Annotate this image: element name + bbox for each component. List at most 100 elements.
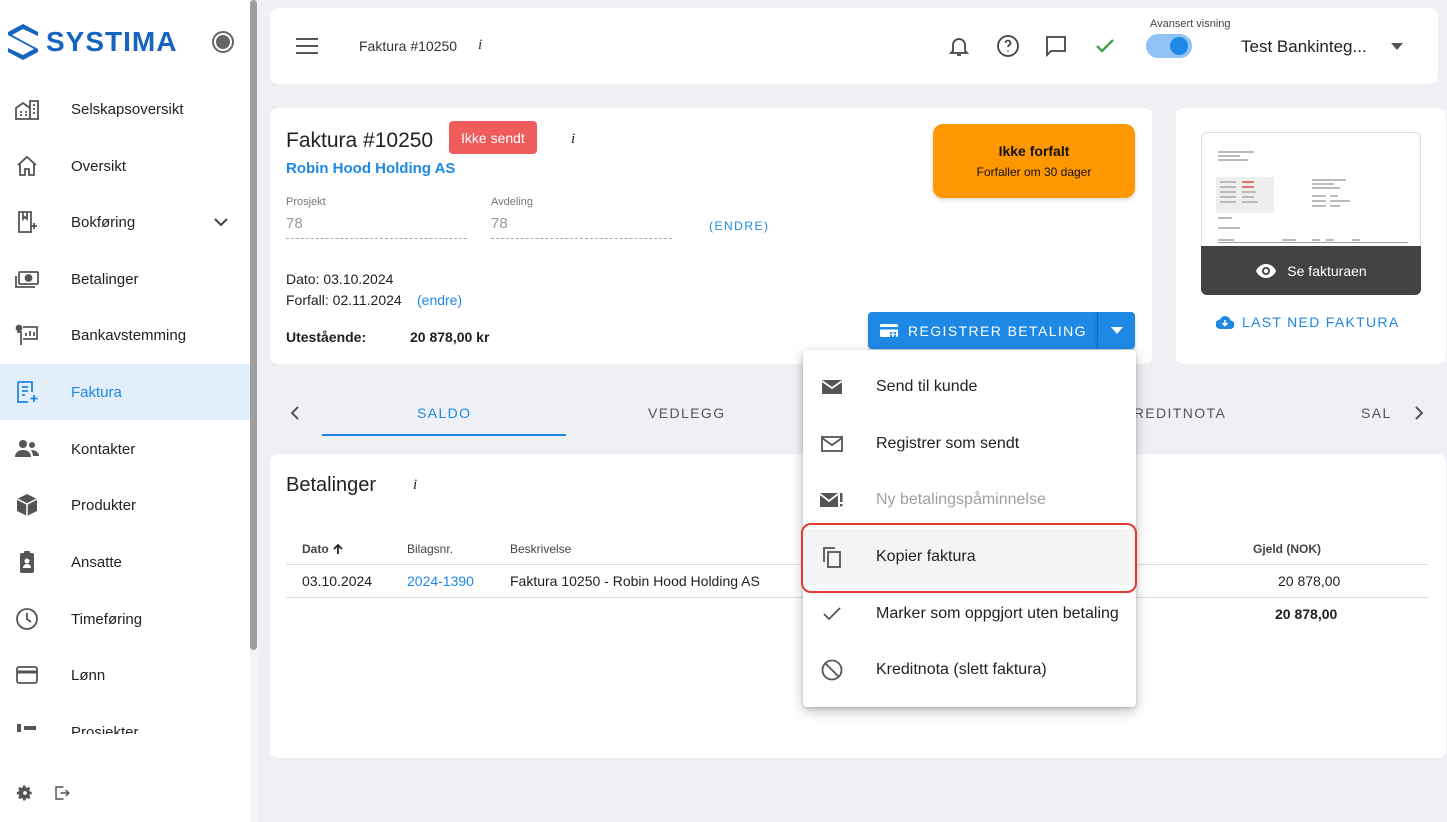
- view-invoice-label: Se fakturaen: [1287, 262, 1367, 279]
- menu-item-send-to-customer[interactable]: Send til kunde: [803, 359, 1136, 415]
- cell-description: Faktura 10250 - Robin Hood Holding AS: [510, 573, 760, 589]
- column-header-date-label: Dato: [302, 542, 329, 556]
- cloud-download-icon: [1216, 316, 1234, 329]
- sidebar-item-oversikt[interactable]: Oversikt: [0, 138, 250, 194]
- menu-item-payment-reminder[interactable]: Ny betalingspåminnelse: [803, 472, 1136, 528]
- sidebar-item-label: Produkter: [71, 496, 137, 514]
- project-label: Prosjekt: [286, 196, 326, 208]
- invoice-title: Faktura #10250: [286, 129, 434, 152]
- sidebar-scrollbar-thumb[interactable]: [250, 0, 257, 650]
- menu-item-label: Send til kunde: [876, 378, 978, 395]
- sidebar-item-faktura[interactable]: Faktura: [0, 364, 250, 420]
- chevron-down-icon[interactable]: [214, 217, 228, 227]
- tab-saldo[interactable]: SALDO: [417, 405, 471, 421]
- download-invoice-label: LAST NED FAKTURA: [1242, 314, 1400, 330]
- department-field[interactable]: 78: [491, 215, 672, 239]
- sidebar-item-label: Kontakter: [71, 440, 136, 458]
- cell-date: 03.10.2024: [302, 573, 373, 589]
- edit-due-date-link[interactable]: (endre): [417, 292, 462, 308]
- invoice-icon: [17, 381, 38, 403]
- register-payment-label: REGISTRER BETALING: [908, 322, 1087, 339]
- tab-kreditnota[interactable]: KREDITNOTA: [1123, 405, 1226, 421]
- systima-logo-icon: [8, 24, 38, 60]
- sidebar-item-selskapsoversikt[interactable]: Selskapsoversikt: [0, 81, 250, 137]
- sidebar-item-timeforing[interactable]: Timeføring: [0, 591, 250, 647]
- sidebar-item-lonn[interactable]: Lønn: [0, 647, 250, 703]
- column-header-date[interactable]: Dato: [302, 542, 344, 556]
- check-icon: [823, 607, 841, 621]
- department-label: Avdeling: [491, 196, 533, 208]
- advanced-view-toggle[interactable]: [1146, 34, 1192, 58]
- edit-dimensions-link[interactable]: (ENDRE): [709, 219, 770, 233]
- info-icon[interactable]: i: [478, 37, 482, 54]
- project-field[interactable]: 78: [286, 215, 467, 239]
- projects-icon: [17, 724, 36, 732]
- brand-logo[interactable]: SYSTIMA: [6, 22, 177, 62]
- due-status-box: Ikke forfalt Forfaller om 30 dager: [933, 124, 1135, 198]
- column-header-description[interactable]: Beskrivelse: [510, 542, 571, 556]
- sidebar-item-prosjekter[interactable]: Prosjekter: [0, 704, 250, 734]
- menu-item-mark-settled[interactable]: Marker som oppgjort uten betaling: [803, 586, 1136, 642]
- hamburger-menu-icon[interactable]: [296, 38, 318, 54]
- gear-icon[interactable]: [16, 784, 34, 802]
- mail-filled-icon: [821, 380, 843, 394]
- info-icon[interactable]: i: [571, 131, 575, 148]
- sidebar-item-betalinger[interactable]: Betalinger: [0, 251, 250, 307]
- due-status-title: Ikke forfalt: [998, 143, 1070, 159]
- sidebar-item-label: Selskapsoversikt: [71, 100, 184, 118]
- menu-item-label: Kreditnota (slett faktura): [876, 661, 1047, 678]
- sidebar-item-label: Ansatte: [71, 553, 122, 571]
- ledger-icon: [18, 211, 37, 233]
- bell-icon[interactable]: [947, 34, 971, 58]
- highlight-annotation: [801, 523, 1137, 593]
- total-debt: 20 878,00: [1275, 606, 1338, 622]
- sidebar-nav: Selskapsoversikt Oversikt Bokføring Beta…: [0, 80, 250, 734]
- sidebar-item-label: Betalinger: [71, 270, 139, 288]
- caret-down-icon[interactable]: [1391, 43, 1403, 51]
- register-payment-button[interactable]: REGISTRER BETALING: [868, 312, 1097, 349]
- chevron-right-icon[interactable]: [1411, 405, 1427, 421]
- sidebar-collapse-toggle[interactable]: [212, 31, 234, 53]
- home-icon: [17, 155, 37, 176]
- tab-vedlegg[interactable]: VEDLEGG: [648, 405, 726, 421]
- menu-item-label: Registrer som sendt: [876, 435, 1020, 452]
- outstanding-amount: 20 878,00 kr: [410, 329, 490, 345]
- menu-item-label: Marker som oppgjort uten betaling: [876, 605, 1119, 622]
- sidebar-item-label: Lønn: [71, 666, 106, 684]
- view-invoice-button[interactable]: Se fakturaen: [1201, 246, 1421, 295]
- column-header-debt[interactable]: Gjeld (NOK): [1253, 542, 1321, 556]
- info-icon[interactable]: i: [413, 477, 417, 494]
- company-selector[interactable]: Test Bankinteg...: [1241, 37, 1367, 57]
- sidebar-item-bokforing[interactable]: Bokføring: [0, 194, 250, 250]
- sidebar-item-kontakter[interactable]: Kontakter: [0, 421, 250, 477]
- page-title: Faktura #10250: [359, 38, 458, 54]
- cell-ref-link[interactable]: 2024-1390: [407, 573, 474, 589]
- check-status-icon[interactable]: [1093, 34, 1117, 58]
- register-payment-dropdown-button[interactable]: [1097, 312, 1135, 349]
- help-icon[interactable]: [996, 34, 1020, 58]
- menu-item-credit-note[interactable]: Kreditnota (slett faktura): [803, 642, 1136, 698]
- download-invoice-button[interactable]: LAST NED FAKTURA: [1216, 314, 1399, 330]
- sidebar-item-label: Faktura: [71, 383, 122, 401]
- sort-arrow-up-icon: [333, 543, 343, 554]
- column-header-ref[interactable]: Bilagsnr.: [407, 542, 453, 556]
- sidebar: SYSTIMA Selskapsoversikt Oversikt Bokfør…: [0, 0, 258, 822]
- tab-sal[interactable]: SAL: [1361, 405, 1392, 421]
- eye-icon: [1256, 263, 1277, 278]
- sidebar-item-bankavstemming[interactable]: Bankavstemming: [0, 307, 250, 363]
- chat-icon[interactable]: [1044, 34, 1068, 58]
- brand-name: SYSTIMA: [46, 26, 178, 57]
- invoice-date: Dato: 03.10.2024: [286, 271, 394, 287]
- chevron-left-icon[interactable]: [287, 405, 303, 421]
- employee-badge-icon: [20, 551, 34, 573]
- logout-icon[interactable]: [53, 784, 71, 802]
- sidebar-item-produkter[interactable]: Produkter: [0, 477, 250, 533]
- sidebar-item-ansatte[interactable]: Ansatte: [0, 534, 250, 590]
- menu-item-register-as-sent[interactable]: Registrer som sendt: [803, 416, 1136, 472]
- sidebar-item-label: Bankavstemming: [71, 326, 187, 344]
- payments-icon: [15, 271, 39, 288]
- active-tab-indicator: [322, 434, 566, 436]
- customer-link[interactable]: Robin Hood Holding AS: [286, 160, 455, 177]
- caret-down-icon: [1110, 326, 1123, 334]
- payment-card-icon: [880, 323, 898, 337]
